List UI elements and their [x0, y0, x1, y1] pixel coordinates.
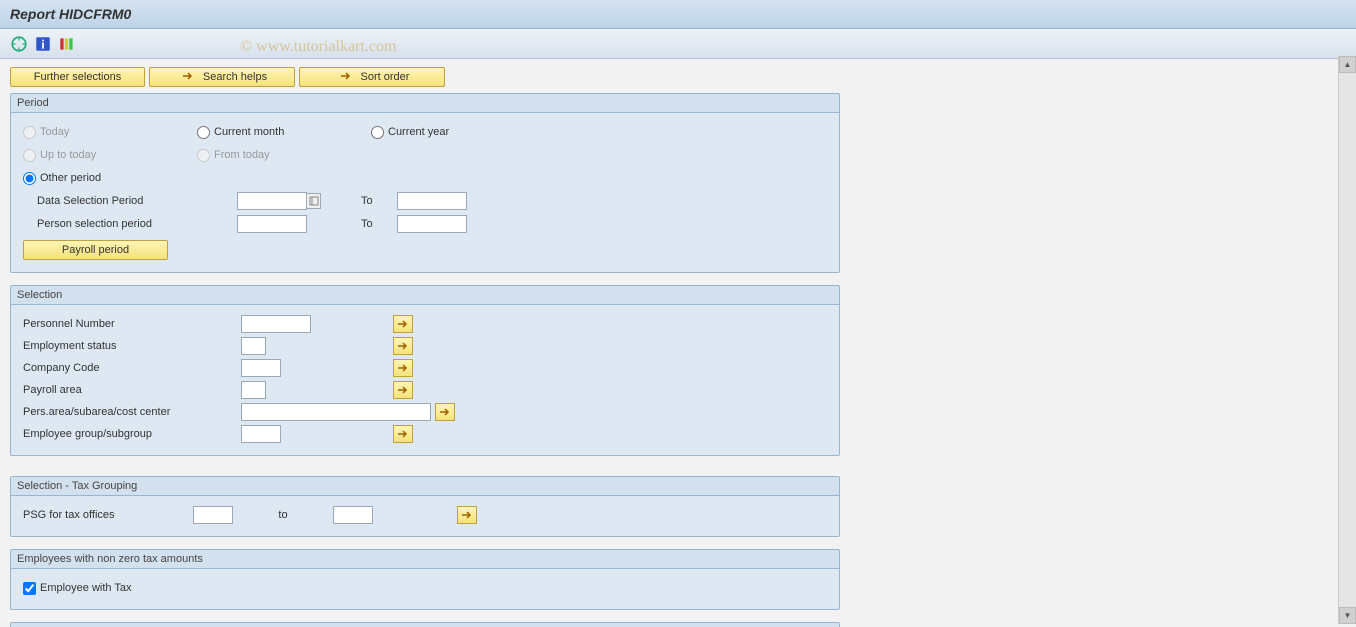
employee-with-tax-checkbox[interactable] [23, 582, 36, 595]
scroll-down-icon[interactable]: ▼ [1339, 607, 1356, 624]
period-legend: Period [11, 94, 839, 113]
pers-area-label: Pers.area/subarea/cost center [23, 406, 241, 418]
vertical-scrollbar[interactable]: ▲ ▼ [1338, 56, 1356, 624]
psg-to-input[interactable] [333, 506, 373, 524]
psg-label: PSG for tax offices [23, 509, 193, 521]
further-selections-button[interactable]: Further selections [10, 67, 145, 87]
employee-with-tax-label: Employee with Tax [40, 582, 132, 594]
arrow-right-icon [339, 71, 353, 84]
payroll-period-button[interactable]: Payroll period [23, 240, 168, 260]
employee-group-label: Employee group/subgroup [23, 428, 241, 440]
multiple-selection-button[interactable] [393, 359, 413, 377]
radio-today-label: Today [40, 126, 69, 138]
window-title: Report HIDCFRM0 [0, 0, 1356, 29]
multiple-selection-button[interactable] [393, 425, 413, 443]
data-selection-period-from[interactable] [237, 192, 307, 210]
to-label: To [361, 218, 397, 230]
multiple-selection-button[interactable] [435, 403, 455, 421]
employment-status-input[interactable] [241, 337, 266, 355]
search-helps-button[interactable]: Search helps [149, 67, 295, 87]
radio-other-period-label: Other period [40, 172, 101, 184]
multiple-selection-button[interactable] [393, 337, 413, 355]
payroll-area-input[interactable] [241, 381, 266, 399]
nonzero-legend: Employees with non zero tax amounts [11, 550, 839, 569]
radio-current-month-label: Current month [214, 126, 284, 138]
nonzero-group: Employees with non zero tax amounts Empl… [10, 549, 840, 610]
info-icon[interactable]: i [34, 35, 52, 53]
person-selection-period-label: Person selection period [23, 218, 237, 230]
selection-toolbar: Further selections Search helps Sort ord… [10, 67, 1346, 87]
tax-grouping-group: Selection - Tax Grouping PSG for tax off… [10, 476, 840, 537]
sort-order-button[interactable]: Sort order [299, 67, 445, 87]
variant-icon[interactable] [58, 35, 76, 53]
multiple-selection-button[interactable] [393, 381, 413, 399]
employee-group-input[interactable] [241, 425, 281, 443]
personnel-number-input[interactable] [241, 315, 311, 333]
to-label: To [361, 195, 397, 207]
person-selection-period-from[interactable] [237, 215, 307, 233]
arrow-right-icon [181, 71, 195, 84]
radio-today [23, 126, 36, 139]
radio-current-year-label: Current year [388, 126, 449, 138]
pers-area-input[interactable] [241, 403, 431, 421]
radio-current-year[interactable] [371, 126, 384, 139]
psg-from-input[interactable] [193, 506, 233, 524]
form-1721-group: Selection for Form 1721-II [10, 622, 840, 627]
employment-status-label: Employment status [23, 340, 241, 352]
scroll-up-icon[interactable]: ▲ [1339, 56, 1356, 73]
app-toolbar: i [0, 29, 1356, 59]
multiple-selection-button[interactable] [457, 506, 477, 524]
radio-up-to-today [23, 149, 36, 162]
selection-legend: Selection [11, 286, 839, 305]
radio-from-today-label: From today [214, 149, 270, 161]
data-selection-period-label: Data Selection Period [23, 195, 237, 207]
psg-to-label: to [233, 509, 333, 521]
execute-icon[interactable] [10, 35, 28, 53]
main-content: Further selections Search helps Sort ord… [0, 59, 1356, 627]
company-code-input[interactable] [241, 359, 281, 377]
personnel-number-label: Personnel Number [23, 318, 241, 330]
company-code-label: Company Code [23, 362, 241, 374]
person-selection-period-to[interactable] [397, 215, 467, 233]
radio-current-month[interactable] [197, 126, 210, 139]
tax-grouping-legend: Selection - Tax Grouping [11, 477, 839, 496]
search-helps-label: Search helps [203, 71, 267, 83]
radio-from-today [197, 149, 210, 162]
sort-order-label: Sort order [361, 71, 410, 83]
radio-other-period[interactable] [23, 172, 36, 185]
payroll-area-label: Payroll area [23, 384, 241, 396]
f4-help-icon[interactable] [307, 193, 321, 209]
selection-group: Selection Personnel Number Employment st… [10, 285, 840, 456]
period-group: Period Today Current month Current year … [10, 93, 840, 273]
radio-up-to-today-label: Up to today [40, 149, 96, 161]
svg-text:i: i [41, 37, 45, 51]
multiple-selection-button[interactable] [393, 315, 413, 333]
data-selection-period-to[interactable] [397, 192, 467, 210]
